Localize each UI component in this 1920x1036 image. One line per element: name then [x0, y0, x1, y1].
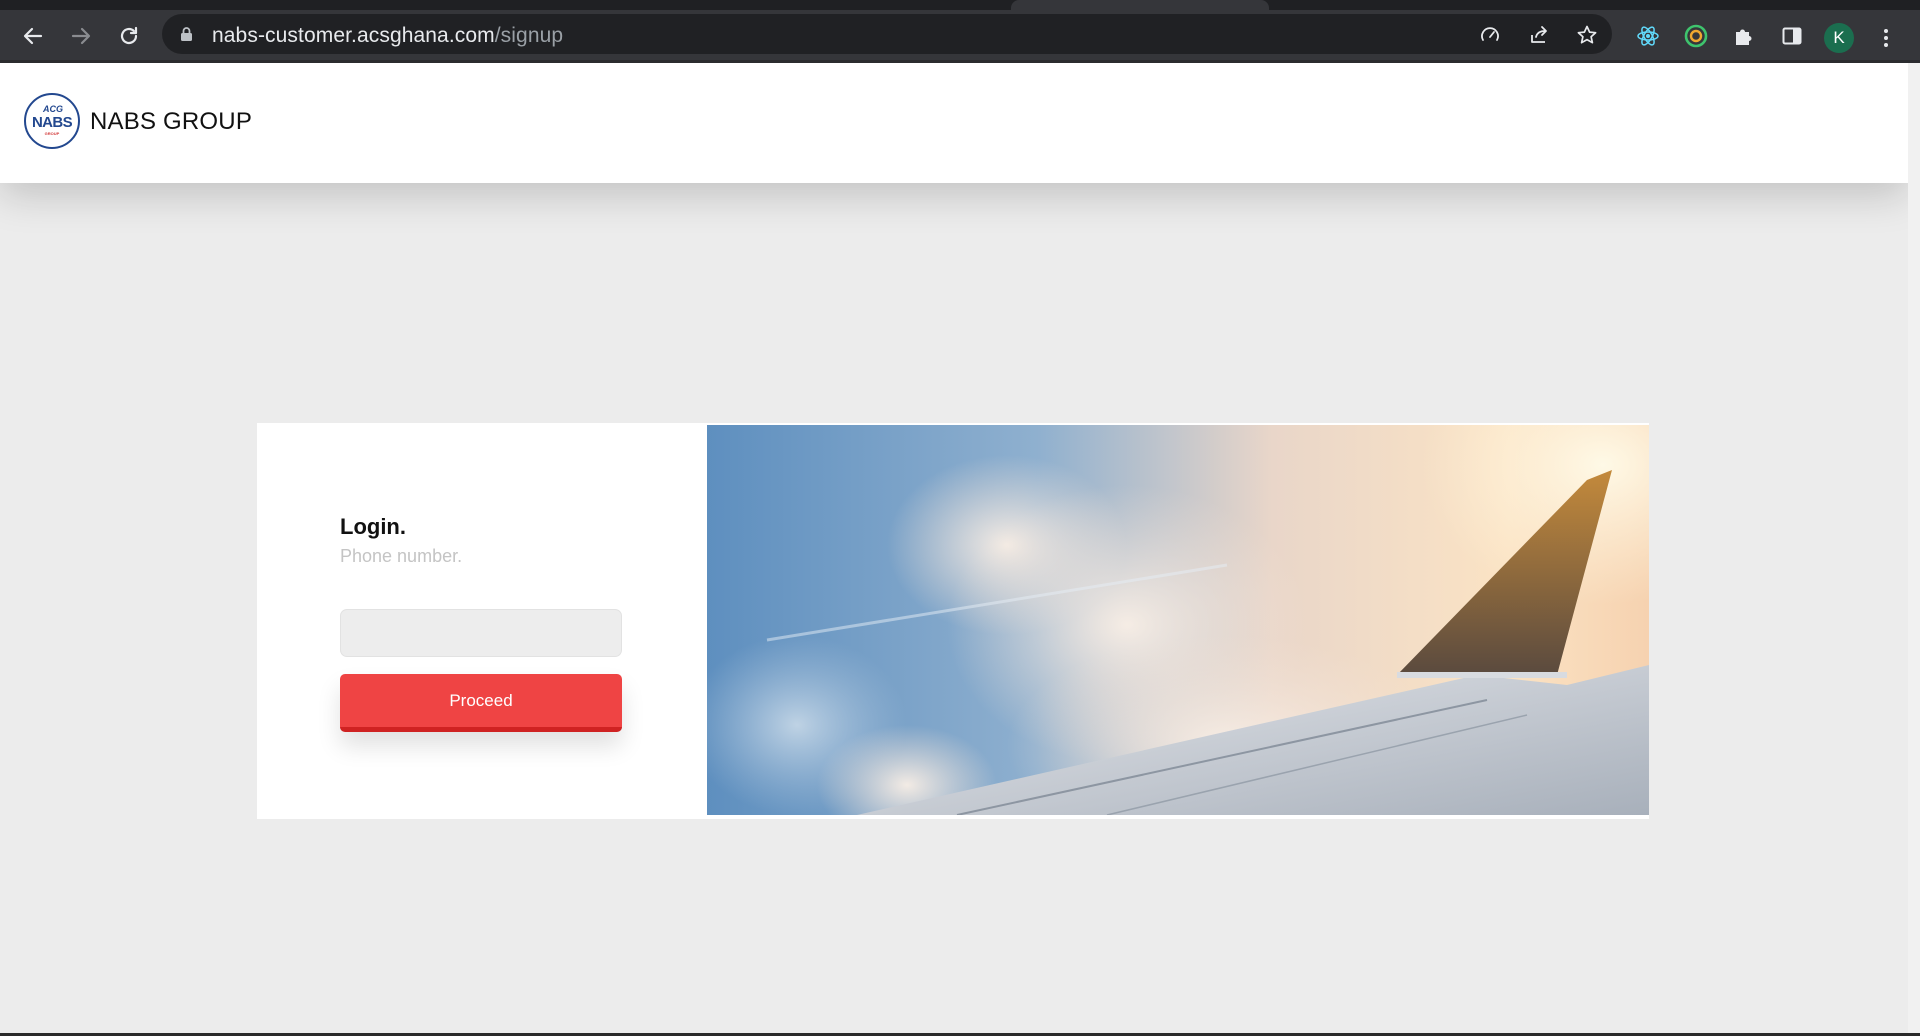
forward-arrow-icon[interactable] [68, 23, 94, 49]
login-title: Login. [340, 514, 406, 539]
login-form: Login. Phone number. Proceed [257, 423, 707, 819]
login-card: Login. Phone number. Proceed [257, 423, 1649, 819]
url-host: nabs-customer.acsghana.com [212, 24, 495, 47]
phone-label: Phone number. [340, 546, 463, 566]
kebab-menu-icon[interactable] [1876, 23, 1896, 53]
proceed-button[interactable]: Proceed [340, 674, 622, 732]
page-viewport: ACG NABS GROUP NABS GROUP Login. Phone n… [0, 63, 1908, 1033]
browser-toolbar: nabs-customer.acsghana.com/signup K [0, 10, 1920, 60]
side-panel-icon[interactable] [1780, 24, 1804, 48]
browser-tab-strip [0, 0, 1920, 10]
url-path: /signup [494, 24, 564, 47]
site-header: ACG NABS GROUP NABS GROUP [0, 63, 1908, 183]
logo-sub-text: GROUP [44, 131, 60, 136]
share-icon[interactable] [1527, 23, 1551, 47]
target-ring-icon[interactable] [1684, 24, 1708, 48]
phone-number-input[interactable] [340, 609, 622, 657]
profile-avatar[interactable]: K [1824, 23, 1854, 53]
puzzle-icon[interactable] [1732, 24, 1756, 48]
lock-icon[interactable] [180, 26, 193, 47]
back-arrow-icon[interactable] [20, 23, 46, 49]
logo-main-text: NABS [31, 114, 73, 131]
star-icon[interactable] [1575, 23, 1599, 47]
url-text[interactable]: nabs-customer.acsghana.com/signup [212, 24, 563, 48]
speedometer-icon[interactable] [1478, 23, 1502, 47]
vertical-scrollbar[interactable] [1908, 63, 1920, 1033]
logo-top-text: ACG [43, 104, 63, 114]
airplane-wing-hero-image [707, 425, 1649, 815]
browser-active-tab[interactable] [1011, 0, 1269, 10]
reload-icon[interactable] [116, 23, 142, 49]
react-atom-icon[interactable] [1636, 24, 1660, 48]
brand-name[interactable]: NABS GROUP [90, 108, 252, 136]
nabs-logo[interactable]: ACG NABS GROUP [24, 93, 80, 149]
address-bar[interactable]: nabs-customer.acsghana.com/signup [162, 14, 1612, 54]
